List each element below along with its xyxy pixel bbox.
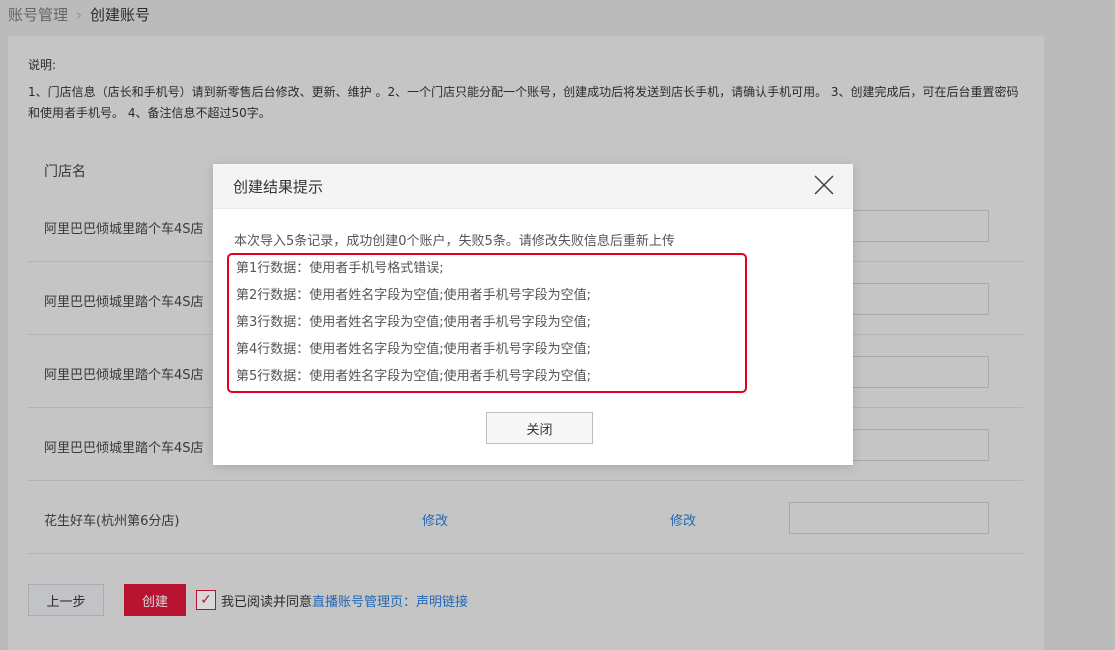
close-button[interactable]: 关闭 (486, 412, 593, 444)
dialog-title: 创建结果提示 (233, 178, 324, 196)
error-line: 第3行数据：使用者姓名字段为空值;使用者手机号字段为空值; (236, 315, 592, 330)
close-icon[interactable] (813, 174, 835, 196)
error-line: 第5行数据：使用者姓名字段为空值;使用者手机号字段为空值; (236, 369, 592, 384)
dialog-header: 创建结果提示 (213, 164, 853, 209)
error-list: 第1行数据：使用者手机号格式错误; 第2行数据：使用者姓名字段为空值;使用者手机… (227, 253, 747, 393)
import-summary: 本次导入5条记录，成功创建0个账户，失败5条。请修改失败信息后重新上传 (234, 234, 675, 249)
error-line: 第4行数据：使用者姓名字段为空值;使用者手机号字段为空值; (236, 342, 592, 357)
error-line: 第2行数据：使用者姓名字段为空值;使用者手机号字段为空值; (236, 288, 592, 303)
error-line: 第1行数据：使用者手机号格式错误; (236, 261, 444, 276)
result-dialog: 创建结果提示 本次导入5条记录，成功创建0个账户，失败5条。请修改失败信息后重新… (213, 164, 853, 465)
